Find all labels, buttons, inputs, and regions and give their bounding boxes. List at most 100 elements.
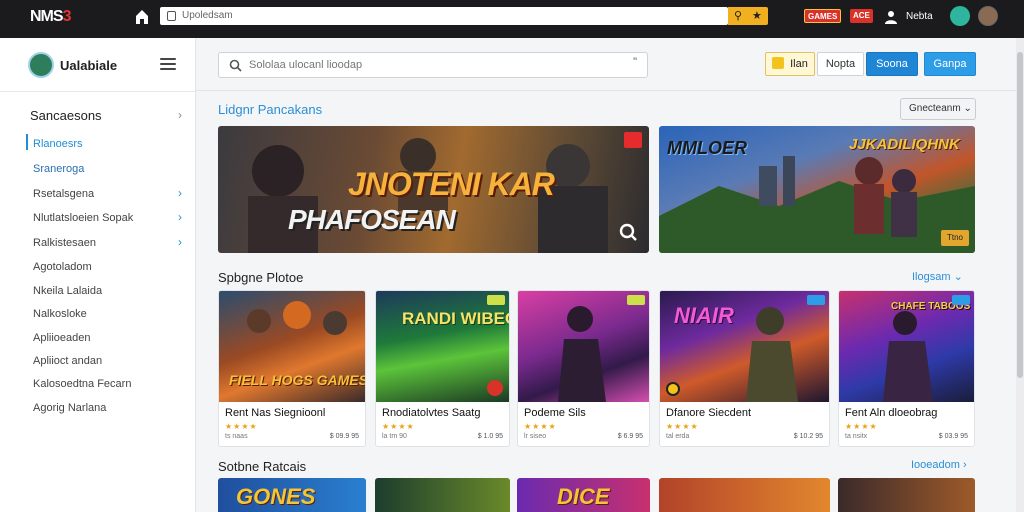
game-card[interactable]: RANDI WIBEODEN Rnodiatolvtes Saatg ★★★★ … (375, 290, 510, 447)
game-card-art: NIAIR (660, 291, 829, 402)
coin-icon (666, 382, 680, 396)
game-card[interactable]: NIAIR Dfanore Siecdent ★★★★ tal erda $ 1… (659, 290, 830, 447)
game-card[interactable] (659, 478, 830, 512)
sidebar-item-4[interactable]: Nlutlatsloeien Sopak (33, 212, 133, 224)
sidebar-header: Ualabiale (0, 38, 196, 92)
game-card[interactable]: Podeme Sils ★★★★ lr siseo $ 6.9 95 (517, 290, 650, 447)
game-card[interactable]: CHAFE TABOOS Fent Aln dloeobrag ★★★★ ta … (838, 290, 975, 447)
game-title: Fent Aln dloeobrag (845, 407, 938, 419)
new-releases-title: Sotbne Ratcais (218, 459, 307, 474)
top-navigation-bar: NMS3 Upoledsam ⚲ ★ GAMES ACE Nebta (0, 0, 1024, 38)
game-card-art: RANDI WIBEODEN (376, 291, 509, 402)
address-url: Upoledsam (182, 10, 233, 21)
scrollbar-thumb[interactable] (1017, 52, 1023, 378)
chevron-down-icon: ⌄ (953, 271, 963, 283)
banner-subtitle: JJKADILIQHNK (849, 136, 960, 153)
active-indicator (26, 134, 28, 150)
ace-badge[interactable]: ACE (850, 9, 873, 23)
game-meta: ta nsitx (845, 433, 868, 440)
gold-button[interactable]: Ilan (765, 52, 815, 76)
sort-label: Gnecteanm (909, 103, 961, 114)
signup-button[interactable]: Ganpa (924, 52, 976, 76)
search-input[interactable]: Sololaa ulocanl lioodap " (218, 52, 648, 78)
fire-icon (487, 380, 503, 396)
chevron-right-icon: › (963, 459, 967, 471)
sort-dropdown[interactable]: Gnecteanm ⌄ (900, 98, 976, 120)
star-icon[interactable]: ★ (752, 10, 762, 22)
game-title: Podeme Sils (524, 407, 586, 419)
sidebar-item-1[interactable]: Rlanoesrs (33, 138, 83, 150)
rating-stars: ★★★★ (524, 422, 557, 431)
primary-button[interactable]: Soona (866, 52, 918, 76)
game-meta: tal erda (666, 433, 690, 440)
games-badge[interactable]: GAMES (804, 9, 842, 23)
chevron-right-icon[interactable]: › (178, 235, 182, 249)
game-meta: la tm 90 (382, 433, 407, 440)
game-card[interactable]: GONES (218, 478, 366, 512)
game-card[interactable]: DICE (517, 478, 650, 512)
game-card-art: FIELL HOGS GAMES (219, 291, 365, 402)
corner-badge (627, 295, 645, 305)
sidebar-item-9[interactable]: Apliioeaden (33, 332, 91, 344)
featured-title: Lidgnr Pancakans (218, 102, 323, 117)
address-actions[interactable]: ⚲ ★ (728, 7, 768, 25)
featured-banner-2[interactable]: MMLOER JJKADILIQHNK Ttno (659, 126, 975, 253)
chevron-right-icon[interactable]: › (178, 108, 182, 122)
popular-title: Spbgne Plotoe (218, 270, 304, 285)
search-placeholder: Sololaa ulocanl lioodap (249, 59, 363, 71)
banner-title: JNOTENI KAR (348, 166, 555, 202)
card-art-title: NIAIR (674, 303, 734, 328)
logo-text: NMS (30, 8, 64, 25)
sidebar-item-12[interactable]: Agorig Narlana (33, 402, 106, 414)
sidebar-section-title[interactable]: Sancaesons (30, 108, 102, 123)
search-icon[interactable]: ⚲ (734, 10, 742, 22)
sidebar-item-2[interactable]: Sraneroga (33, 163, 84, 175)
search-icon (229, 59, 242, 72)
corner-badge (487, 295, 505, 305)
sidebar-item-7[interactable]: Nkeila Lalaida (33, 285, 102, 297)
logo-accent: 3 (62, 8, 72, 25)
home-icon[interactable] (134, 8, 150, 26)
sidebar-item-5[interactable]: Ralkistesaen (33, 237, 96, 249)
card-art-title: FIELL HOGS GAMES (229, 372, 366, 388)
game-card[interactable] (838, 478, 975, 512)
game-card[interactable]: FIELL HOGS GAMES Rent Nas Siegnioonl ★★★… (218, 290, 366, 447)
chevron-down-icon: ⌄ (963, 103, 972, 114)
chevron-right-icon[interactable]: › (178, 186, 182, 200)
game-card[interactable] (375, 478, 510, 512)
corner-badge (952, 295, 970, 305)
address-bar[interactable]: Upoledsam (160, 7, 728, 25)
site-logo[interactable]: NMS3 (30, 8, 72, 26)
globe-icon[interactable] (950, 6, 970, 26)
search-icon[interactable] (618, 222, 638, 242)
sidebar-item-11[interactable]: Kalosoedtna Fecarn (33, 378, 131, 390)
sidebar-item-3[interactable]: Rsetalsgena (33, 188, 94, 200)
scrollbar[interactable] (1016, 38, 1024, 512)
game-price: $ 6.9 95 (617, 433, 643, 440)
sidebar-item-6[interactable]: Agotoladom (33, 261, 92, 273)
game-card-art (518, 291, 649, 402)
card-art-title: DICE (557, 484, 610, 509)
sidebar-item-8[interactable]: Nalkosloke (33, 308, 87, 320)
game-price: $ 10.2 95 (793, 433, 823, 440)
brand-avatar (28, 52, 54, 78)
popular-see-all-link[interactable]: Ilogsam ⌄ (912, 270, 963, 283)
user-icon[interactable] (884, 10, 898, 24)
banner-button[interactable]: Ttno (941, 230, 969, 246)
chevron-right-icon[interactable]: › (178, 210, 182, 224)
game-meta: lr siseo (524, 433, 547, 440)
game-price: $ 1.0 95 (477, 433, 503, 440)
avatar[interactable] (978, 6, 998, 26)
card-art-title: RANDI WIBEODEN (402, 309, 509, 328)
game-meta: ts naas (225, 433, 248, 440)
featured-banner-1[interactable]: JNOTENI KAR PHAFOSEAN (218, 126, 649, 253)
menu-icon[interactable] (160, 58, 176, 70)
secondary-button[interactable]: Nopta (817, 52, 864, 76)
popular-link-label: Ilogsam (912, 271, 951, 283)
new-releases-see-all-link[interactable]: Iooeadom › (911, 459, 967, 471)
search-extra: " (633, 56, 637, 68)
coin-icon (772, 57, 785, 69)
username[interactable]: Nebta (906, 11, 933, 22)
corner-badge (807, 295, 825, 305)
sidebar-item-10[interactable]: Apliioct andan (33, 355, 102, 367)
